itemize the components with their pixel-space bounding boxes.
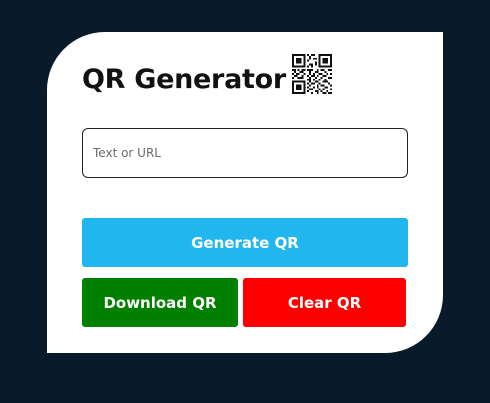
qr-code-icon	[291, 54, 332, 94]
title-row: QR Generator	[82, 54, 332, 104]
page-title: QR Generator	[82, 63, 286, 95]
qr-generator-card: QR Generator Text or URL Generate QR Dow…	[47, 32, 443, 353]
download-qr-button[interactable]: Download QR	[82, 278, 238, 327]
text-or-url-input[interactable]	[82, 128, 408, 178]
clear-qr-button[interactable]: Clear QR	[243, 278, 406, 327]
generate-qr-button[interactable]: Generate QR	[82, 218, 408, 267]
